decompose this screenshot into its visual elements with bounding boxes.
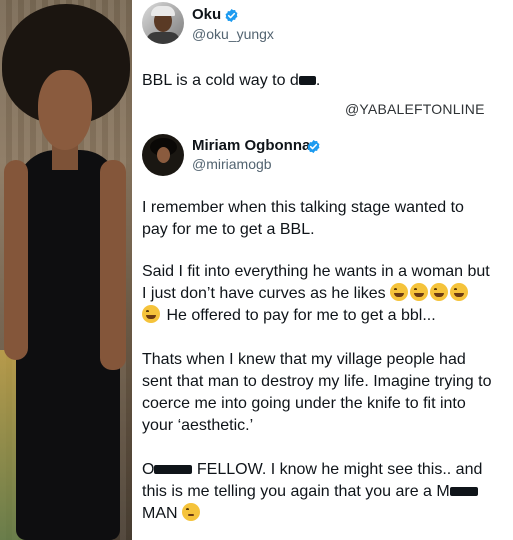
tweet2-line: this is me telling you again that you ar… xyxy=(142,481,478,503)
photo-right-arm xyxy=(100,160,126,370)
redaction-bar xyxy=(449,487,478,497)
tweet2-line: Said I fit into everything he wants in a… xyxy=(142,263,490,280)
tweet2-line: sent that man to destroy my life. Imagin… xyxy=(142,373,492,390)
tweet2-line: I just don’t have curves as he likes xyxy=(142,283,470,305)
tweet1-handle[interactable]: @oku_yungx xyxy=(192,26,274,42)
tweet2-line: MAN xyxy=(142,503,202,525)
photo-face xyxy=(38,70,92,150)
pensive-face-icon xyxy=(182,503,201,521)
tweet2-author-name[interactable]: Miriam Ogbonna xyxy=(192,137,310,154)
watermark-text: @YABALEFTONLINE xyxy=(345,101,485,117)
face-with-tears-of-joy-icon xyxy=(450,283,469,301)
miriam-avatar[interactable] xyxy=(142,134,184,176)
tweet2-line: Thats when I knew that my village people… xyxy=(142,351,466,368)
face-with-tears-of-joy-icon xyxy=(390,283,409,301)
oku-avatar[interactable] xyxy=(142,2,184,44)
face-with-tears-of-joy-icon xyxy=(410,283,429,301)
redaction-bar xyxy=(298,76,316,86)
tweet2-line: I remember when this talking stage wante… xyxy=(142,199,464,216)
verified-badge-icon xyxy=(225,8,238,23)
tweet1-text: BBL is a cold way to d. xyxy=(142,72,321,89)
face-with-tears-of-joy-icon xyxy=(430,283,449,301)
photo-left-arm xyxy=(4,160,28,360)
tweet2-line: He offered to pay for me to get a bbl... xyxy=(142,305,436,327)
tweets-panel: Oku @oku_yungx BBL is a cold way to d. @… xyxy=(132,0,513,540)
tweet2-handle[interactable]: @miriamogb xyxy=(192,156,272,172)
tweet2-line: coerce me into going under the knife to … xyxy=(142,395,466,412)
tweet2-line: pay for me to get a BBL. xyxy=(142,221,315,238)
tweet2-line: O FELLOW. I know he might see this.. and xyxy=(142,461,483,478)
face-with-tears-of-joy-icon xyxy=(142,305,160,323)
tweet2-line: your ‘aesthetic.’ xyxy=(142,417,254,434)
redaction-bar xyxy=(154,465,193,475)
tweet1-author-name[interactable]: Oku xyxy=(192,6,221,23)
woman-photo xyxy=(0,0,132,540)
verified-badge-icon xyxy=(307,139,320,154)
